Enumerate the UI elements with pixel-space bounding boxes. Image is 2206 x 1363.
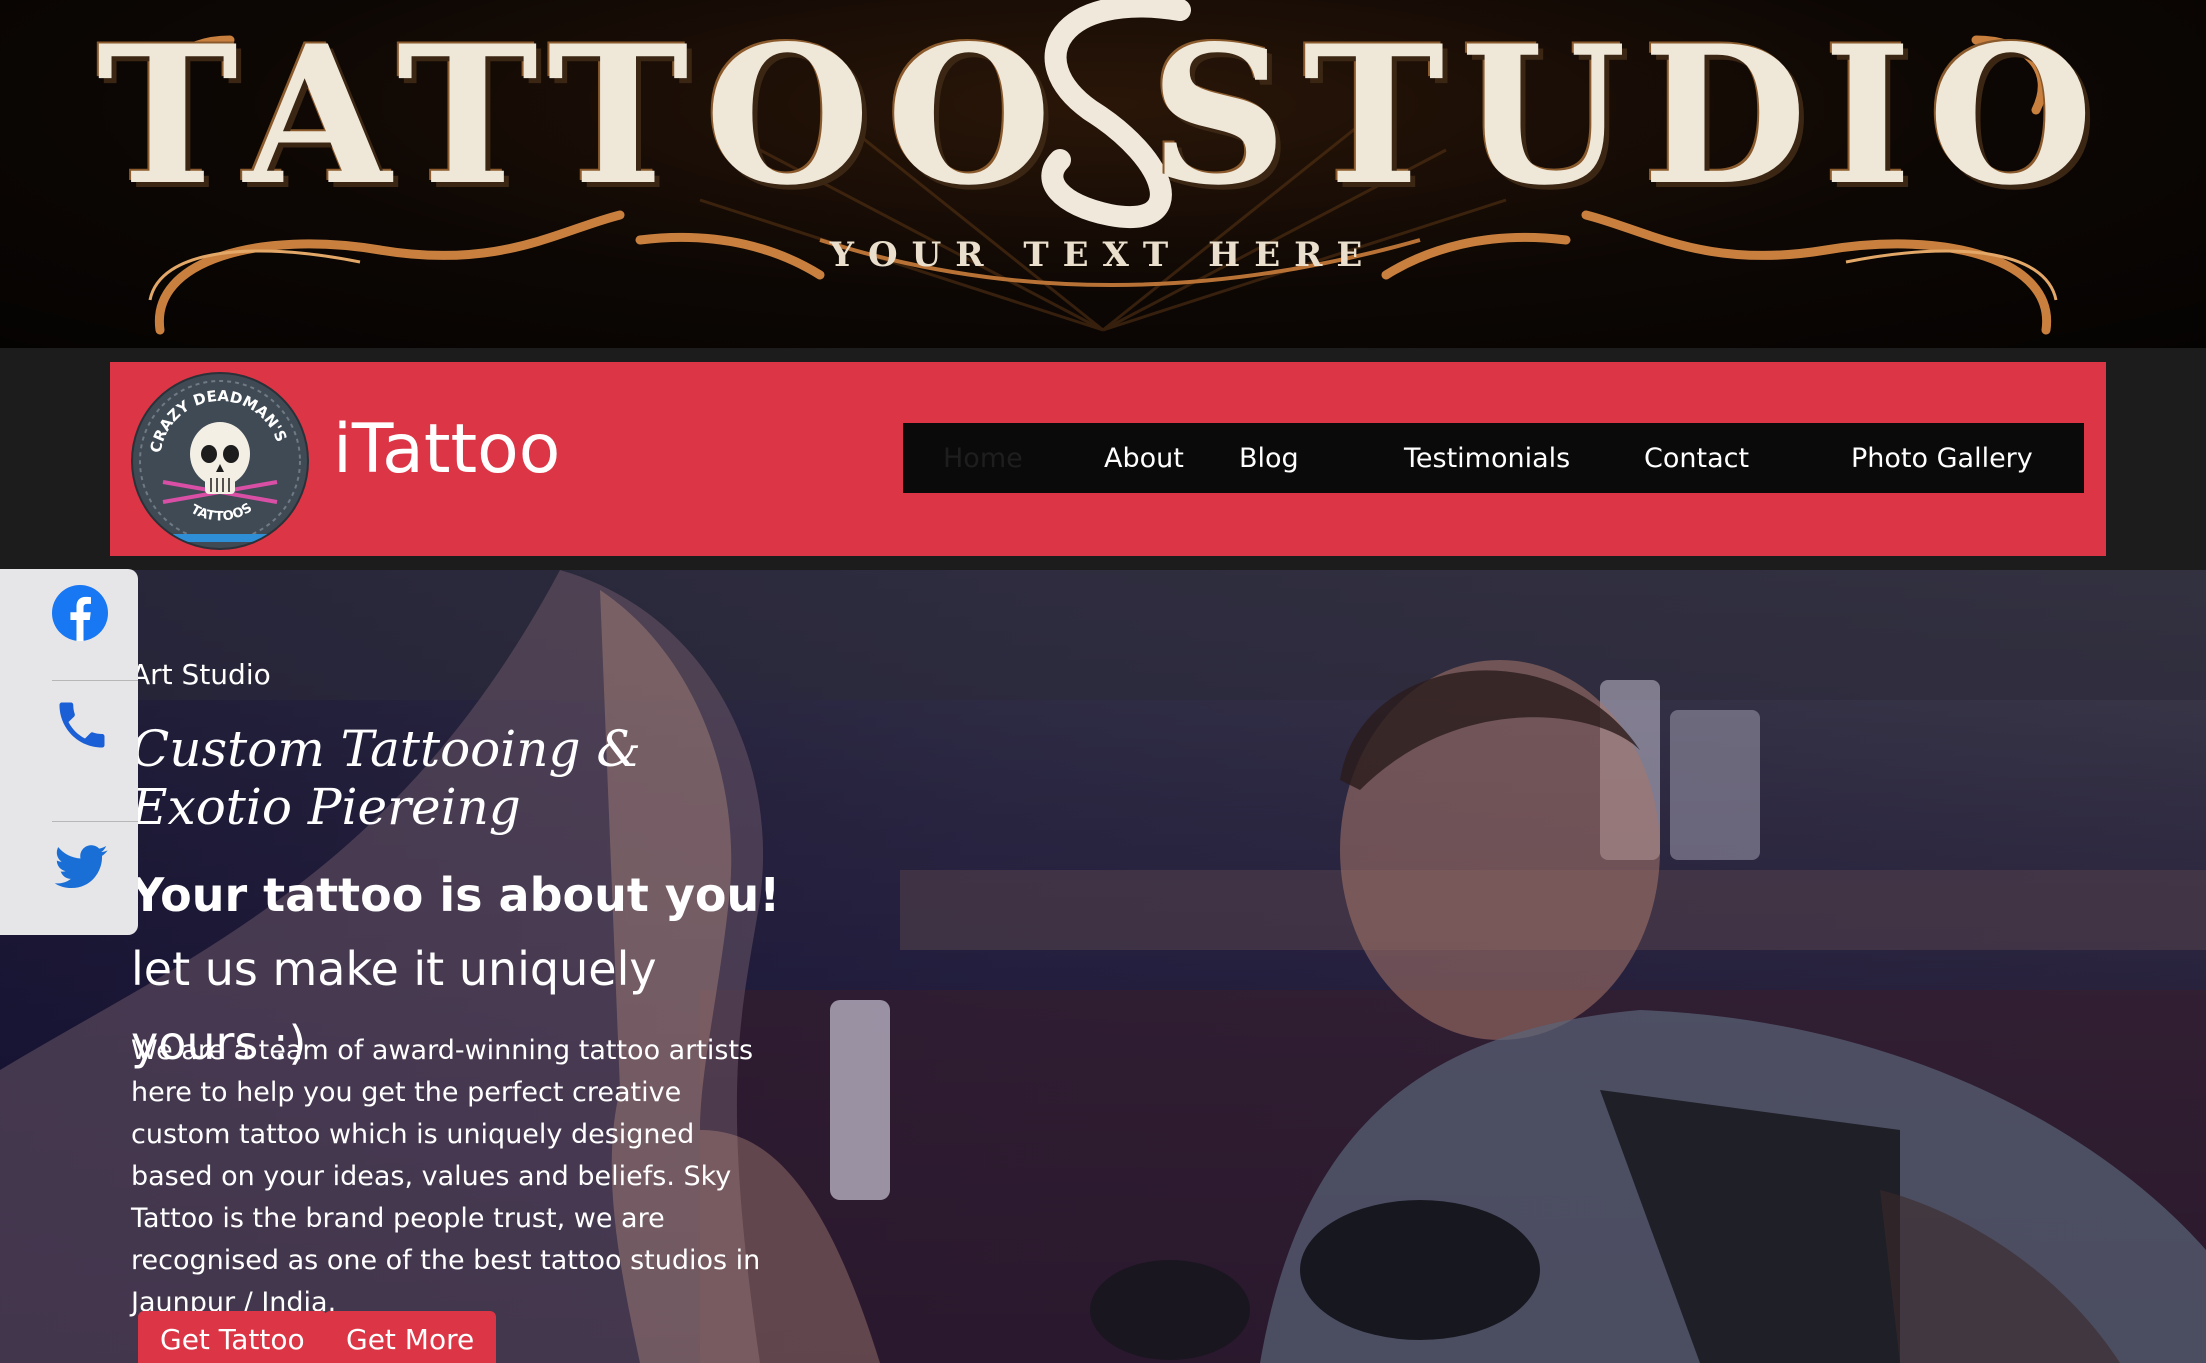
nav-testimonials[interactable]: Testimonials [1404, 443, 1570, 474]
main-nav: Home About Blog Testimonials Contact Pho… [903, 423, 2084, 493]
site-header: CRAZY DEADMAN'S TATTOOS iTattoo Home Abo… [110, 362, 2106, 556]
nav-home[interactable]: Home [943, 443, 1023, 474]
logo[interactable]: CRAZY DEADMAN'S TATTOOS [131, 372, 309, 550]
banner-subtitle: YOUR TEXT HERE [829, 235, 1377, 275]
skull-logo-icon: CRAZY DEADMAN'S TATTOOS [135, 376, 305, 546]
twitter-link[interactable] [0, 822, 138, 942]
hero-kicker: Art Studio [131, 658, 271, 691]
hero-description: We are a team of award-winning tattoo ar… [131, 1035, 761, 1318]
get-tattoo-button[interactable]: Get Tattoo [138, 1311, 327, 1363]
nav-blog[interactable]: Blog [1239, 443, 1299, 474]
twitter-icon [54, 845, 108, 889]
social-sidebar [0, 569, 138, 935]
facebook-icon [52, 585, 108, 641]
banner-title: TATTOO STUDIO [96, 3, 2110, 227]
phone-link[interactable] [0, 681, 138, 801]
nav-contact[interactable]: Contact [1644, 443, 1749, 474]
banner: TATTOO STUDIO YOUR TEXT HERE [0, 0, 2206, 348]
hero-tagline-bold: Your tattoo is about you! [131, 868, 781, 922]
nav-about[interactable]: About [1104, 443, 1184, 474]
facebook-link[interactable] [0, 569, 138, 689]
hero-section: Art Studio Custom Tattooing & Exotio Pie… [0, 570, 2206, 1363]
phone-icon [59, 702, 105, 748]
get-more-button[interactable]: Get More [324, 1311, 497, 1363]
nav-photo-gallery[interactable]: Photo Gallery [1851, 443, 2033, 474]
hero-title: Custom Tattooing & Exotio Piereing [131, 720, 641, 836]
brand-name[interactable]: iTattoo [333, 410, 560, 489]
